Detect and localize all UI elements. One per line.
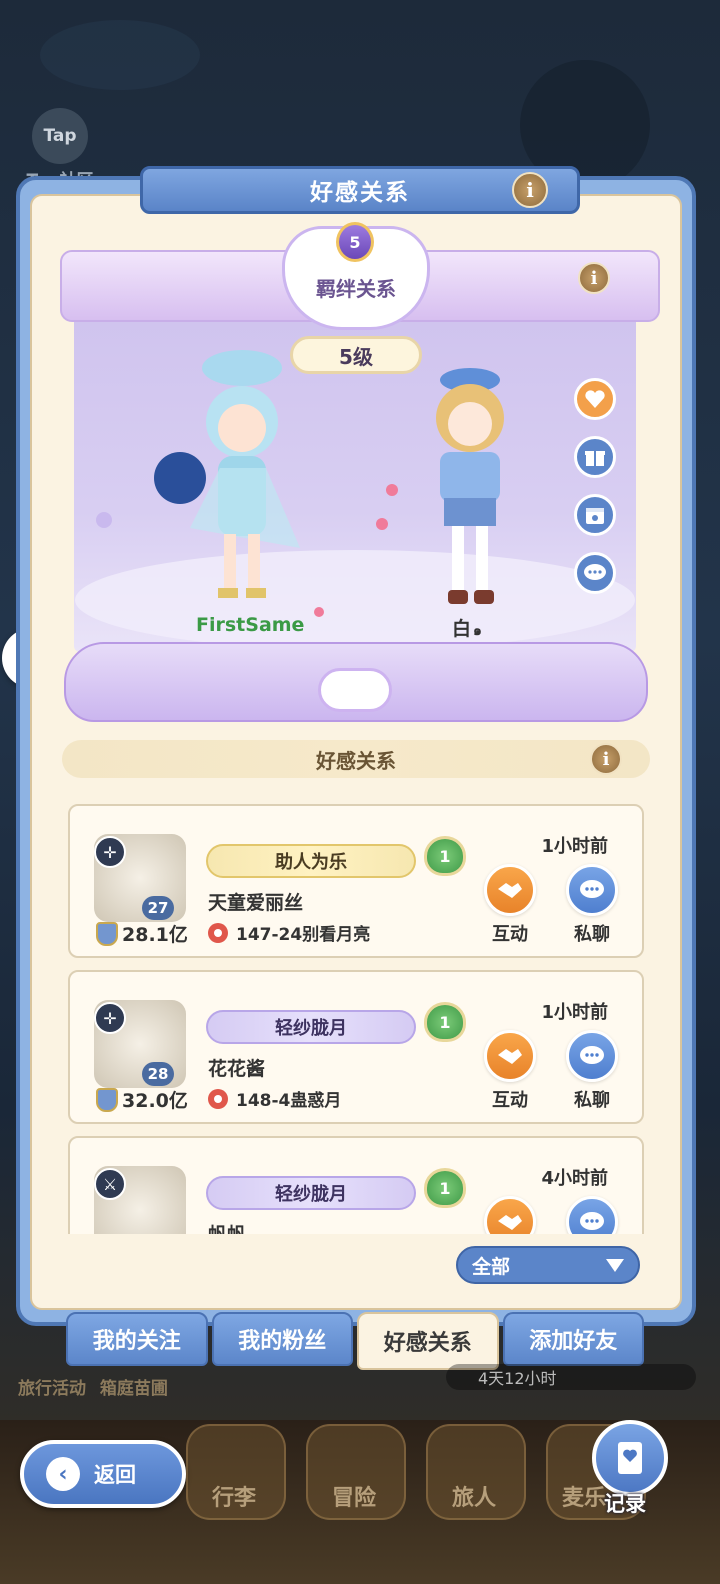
record-button[interactable]: [592, 1420, 668, 1496]
chat-icon: [580, 1046, 604, 1064]
title-tag: 轻纱胧月: [206, 1010, 416, 1044]
record-label: 记录: [604, 1492, 646, 1516]
player-name: 天童爱丽丝: [208, 892, 304, 914]
last-active-time: 1小时前: [541, 836, 608, 857]
gift-heart-button[interactable]: [574, 378, 616, 420]
nav-label-luggage: 行李: [212, 1486, 257, 1511]
dropdown-arrow-icon: [606, 1258, 624, 1272]
right-player-name: 白๑: [452, 614, 482, 642]
calendar-icon: [586, 508, 604, 524]
handshake-icon: [498, 1049, 522, 1064]
bond-title: 羁绊关系: [316, 276, 396, 301]
last-active-time: 1小时前: [541, 1002, 608, 1023]
right-character-figure: [436, 368, 504, 604]
affinity-heart-badge: 1: [424, 1168, 466, 1208]
server-name: 148-4蛊惑月: [236, 1091, 342, 1111]
tab-following[interactable]: 我的关注: [66, 1312, 208, 1366]
private-chat-button[interactable]: [566, 1030, 618, 1082]
power-display: 28.1亿: [96, 920, 188, 947]
server-name: 147-24别看月亮: [236, 925, 371, 945]
gift-icon: [585, 451, 605, 466]
server-info: 148-4蛊惑月: [208, 1086, 341, 1111]
tab-add-friend[interactable]: 添加好友: [502, 1312, 644, 1366]
background-shortcuts: 旅行活动 箱庭苗圃: [18, 1374, 168, 1399]
filter-value: 全部: [472, 1255, 511, 1278]
class-icon: ⚔: [94, 1168, 126, 1200]
affinity-section-header: 好感关系: [62, 740, 650, 778]
event-timer: 4天12小时: [446, 1364, 696, 1390]
shield-icon: [96, 921, 118, 946]
location-pin-icon: [208, 922, 228, 943]
list-item: ⚔ 轻纱胧月 1 帆帆 4小时前: [68, 1136, 644, 1234]
tap-logo-icon: Tap: [32, 108, 88, 164]
right-player-name-suffix: ๑: [473, 623, 482, 639]
section-info-button[interactable]: i: [590, 743, 622, 775]
nav-label-adventure: 冒险: [332, 1486, 377, 1511]
panel-info-button[interactable]: i: [512, 172, 548, 208]
affinity-heart-badge: 1: [424, 836, 466, 876]
private-chat-button[interactable]: [566, 864, 618, 916]
interact-label: 互动: [492, 1090, 528, 1111]
section-title: 好感关系: [316, 748, 396, 773]
affinity-list[interactable]: ✛ 27 28.1亿 助人为乐 1 天童爱丽丝 147-24别看月亮 1小时前 …: [68, 804, 646, 1234]
right-player-name-text: 白: [452, 618, 472, 640]
tab-affinity[interactable]: 好感关系: [357, 1312, 499, 1370]
chat-icon: [580, 1212, 604, 1230]
tab-fans[interactable]: 我的粉丝: [211, 1312, 353, 1366]
affinity-heart-badge: 1: [424, 1002, 466, 1042]
heart-icon: [585, 390, 605, 408]
send-gift-button[interactable]: [574, 436, 616, 478]
interact-button[interactable]: [484, 864, 536, 916]
bond-level-gem: 5: [336, 222, 374, 262]
list-item: ✛ 27 28.1亿 助人为乐 1 天童爱丽丝 147-24别看月亮 1小时前 …: [68, 804, 644, 958]
player-name: 花花酱: [208, 1058, 266, 1080]
shield-icon: [96, 1087, 118, 1112]
location-pin-icon: [208, 1088, 228, 1109]
power-value: 32.0亿: [122, 1090, 188, 1112]
chat-icon: [584, 564, 606, 580]
back-button[interactable]: ‹ 返回: [20, 1440, 186, 1508]
private-chat-label: 私聊: [574, 1090, 610, 1111]
class-icon: ✛: [94, 836, 126, 868]
private-chat-button[interactable]: [566, 1196, 618, 1234]
right-character: [400, 366, 540, 616]
player-level: 27: [142, 896, 174, 920]
power-display: 32.0亿: [96, 1086, 188, 1113]
list-item: ✛ 28 32.0亿 轻纱胧月 1 花花酱 148-4蛊惑月 1小时前 互动 私…: [68, 970, 644, 1124]
left-player-name: FirstSame: [196, 614, 305, 636]
interact-label: 互动: [492, 924, 528, 945]
nav-label-maile: 麦乐: [562, 1486, 607, 1511]
bond-info-button[interactable]: i: [578, 262, 610, 294]
interact-button[interactable]: [484, 1196, 536, 1234]
class-icon: ✛: [94, 1002, 126, 1034]
left-character-figure: [154, 350, 300, 598]
background-blob: [40, 20, 200, 90]
player-name: 帆帆: [208, 1220, 246, 1234]
handshake-icon: [498, 1215, 522, 1230]
bow-decoration: [318, 668, 392, 712]
panel-tabs: 我的关注 我的粉丝 好感关系 添加好友: [66, 1312, 644, 1370]
back-label: 返回: [94, 1463, 136, 1487]
server-info: 147-24别看月亮: [208, 920, 370, 945]
garden-label[interactable]: 箱庭苗圃: [100, 1379, 168, 1399]
panel-title: 好感关系: [310, 180, 410, 206]
back-arrow-icon: ‹: [46, 1457, 80, 1491]
interact-button[interactable]: [484, 1030, 536, 1082]
player-level: 28: [142, 1062, 174, 1086]
title-tag: 轻纱胧月: [206, 1176, 416, 1210]
chat-icon: [580, 880, 604, 898]
title-tag: 助人为乐: [206, 844, 416, 878]
notebook-icon: [618, 1442, 642, 1474]
filter-dropdown[interactable]: 全部: [456, 1246, 640, 1284]
power-value: 28.1亿: [122, 924, 188, 946]
nav-label-travelers: 旅人: [452, 1486, 497, 1511]
travel-event-label[interactable]: 旅行活动: [18, 1379, 86, 1399]
calendar-button[interactable]: [574, 494, 616, 536]
scene-chat-button[interactable]: [574, 552, 616, 594]
last-active-time: 4小时前: [541, 1168, 608, 1189]
private-chat-label: 私聊: [574, 924, 610, 945]
left-character: [150, 348, 330, 608]
handshake-icon: [498, 883, 522, 898]
